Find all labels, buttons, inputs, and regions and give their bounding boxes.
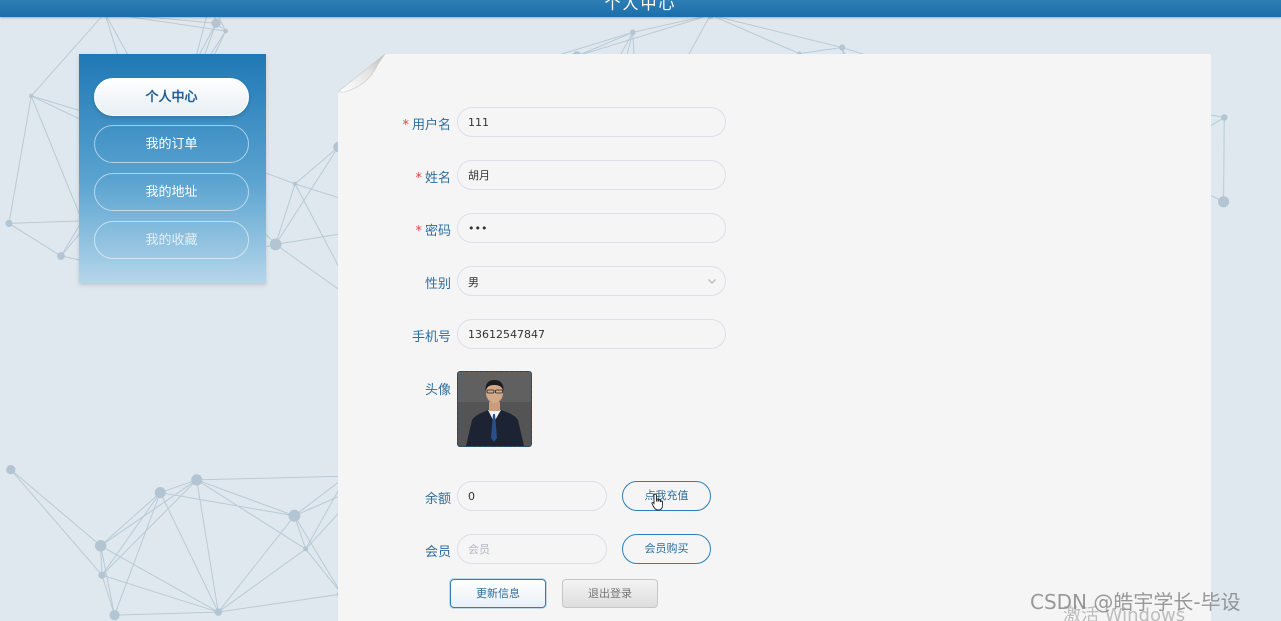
network-line (1223, 117, 1225, 202)
network-line (101, 575, 116, 616)
network-node (288, 509, 301, 522)
network-line (101, 479, 198, 576)
top-header-bar: 个人中心 (0, 0, 1281, 17)
username-input[interactable] (457, 107, 726, 137)
vip-purchase-button[interactable]: 会员购买 (622, 534, 711, 564)
phone-label: 手机号 (411, 330, 451, 345)
network-node (269, 238, 282, 251)
network-line (100, 479, 198, 547)
network-node (94, 540, 107, 552)
network-node (1218, 196, 1230, 208)
network-line (10, 469, 103, 576)
network-line (275, 183, 296, 245)
network-line (632, 14, 711, 33)
network-line (217, 548, 307, 613)
sidebar-nav: 个人中心 我的订单 我的地址 我的收藏 (79, 54, 266, 283)
network-node (98, 571, 106, 579)
network-line (217, 515, 295, 613)
avatar-photo (458, 372, 531, 446)
network-line (294, 146, 339, 185)
recharge-button[interactable]: 点我充值 (622, 481, 711, 511)
balance-input[interactable] (457, 481, 607, 511)
network-node (211, 18, 221, 28)
update-info-button[interactable]: 更新信息 (450, 579, 546, 608)
network-line (114, 492, 161, 616)
network-node (1221, 114, 1228, 121)
network-line (196, 475, 347, 481)
network-line (114, 611, 219, 616)
sidebar-item-personal-center[interactable]: 个人中心 (94, 78, 249, 116)
network-line (160, 492, 295, 517)
network-line (8, 95, 32, 224)
network-line (8, 220, 83, 224)
network-line (10, 469, 101, 547)
network-node (154, 487, 166, 499)
hand-cursor-icon (651, 493, 663, 511)
network-line (576, 14, 711, 57)
csdn-watermark: CSDN @皓宇学长-毕设 (1030, 590, 1241, 614)
network-line (30, 95, 83, 222)
network-node (29, 93, 34, 99)
vip-input[interactable] (457, 534, 607, 564)
phone-input[interactable] (457, 319, 726, 349)
logout-button[interactable]: 退出登录 (562, 579, 658, 608)
network-node (214, 608, 223, 616)
name-label: * 姓名 (415, 171, 451, 186)
network-node (5, 219, 13, 227)
network-line (100, 545, 116, 616)
network-line (160, 479, 197, 494)
page-title: 个人中心 (604, 0, 677, 13)
avatar-upload[interactable] (457, 371, 532, 447)
network-line (100, 492, 161, 547)
network-line (8, 223, 62, 257)
gender-select-value: 男 (468, 276, 479, 289)
network-line (576, 31, 634, 57)
network-line (710, 14, 800, 55)
gender-label: 性别 (424, 277, 451, 292)
network-line (218, 593, 342, 613)
avatar-label: 头像 (424, 383, 451, 398)
password-label: * 密码 (415, 224, 451, 239)
network-line (159, 492, 219, 613)
sidebar-item-my-favorites[interactable]: 我的收藏 (94, 221, 249, 259)
network-line (710, 14, 843, 49)
username-label: * 用户名 (402, 118, 451, 133)
vip-label: 会员 (424, 545, 451, 560)
network-node (191, 474, 203, 486)
network-node (303, 546, 309, 552)
network-node (839, 44, 846, 51)
balance-label: 余额 (424, 492, 451, 507)
network-line (101, 574, 219, 613)
page-curl-decoration (338, 54, 386, 93)
sidebar-item-my-addresses[interactable]: 我的地址 (94, 173, 249, 211)
chevron-down-icon (708, 279, 716, 284)
network-node (630, 29, 636, 36)
network-line (275, 146, 339, 245)
name-input[interactable] (457, 160, 726, 190)
network-node (57, 252, 65, 260)
network-line (305, 548, 343, 595)
network-line (100, 545, 219, 613)
network-line (799, 47, 843, 55)
password-input[interactable] (457, 213, 726, 243)
network-node (109, 610, 120, 621)
gender-select[interactable]: 男 (457, 266, 726, 296)
sidebar-item-my-orders[interactable]: 我的订单 (94, 125, 249, 163)
network-node (223, 28, 229, 34)
network-node (6, 465, 16, 475)
network-node (292, 181, 298, 186)
